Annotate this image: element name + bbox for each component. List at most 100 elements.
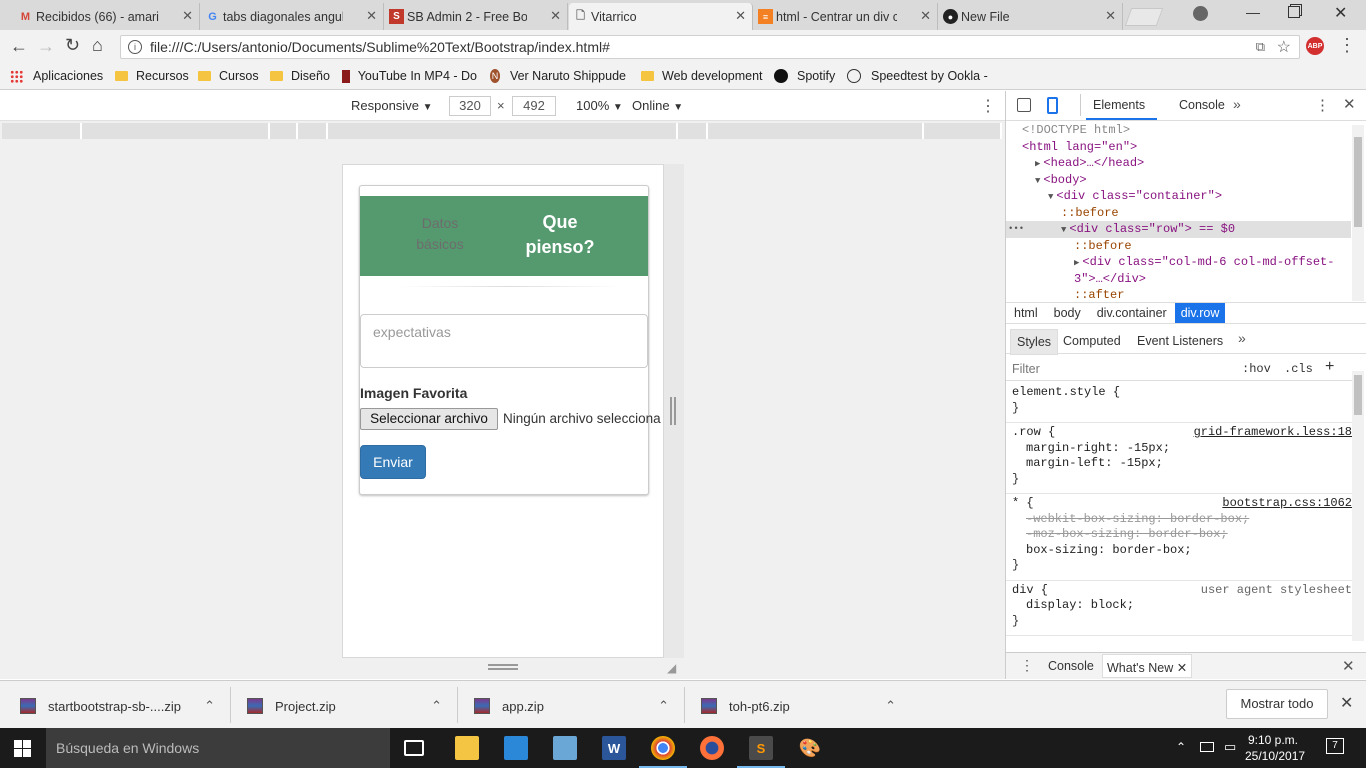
- tab-sb-admin[interactable]: S SB Admin 2 - Free Boot ✕: [385, 3, 568, 30]
- width-input[interactable]: 320: [449, 96, 491, 116]
- translate-icon[interactable]: ⧉: [1256, 39, 1265, 55]
- close-icon[interactable]: ✕: [1105, 8, 1116, 24]
- css-property[interactable]: -webkit-box-sizing: border-box;: [1012, 512, 1346, 528]
- show-all-button[interactable]: Mostrar todo: [1226, 689, 1328, 719]
- devtools-close-icon[interactable]: ✕: [1343, 95, 1356, 113]
- dom-node[interactable]: ••• ▼ <div class="row"> == $0: [1006, 221, 1351, 238]
- tab-styles[interactable]: Styles: [1010, 329, 1059, 355]
- inspect-element-icon[interactable]: [1017, 98, 1031, 112]
- address-bar[interactable]: i file:///C:/Users/antonio/Documents/Sub…: [120, 35, 1300, 59]
- bookmark-naruto[interactable]: N Ver Naruto Shippude: [490, 69, 626, 83]
- star-icon[interactable]: ☆: [1277, 37, 1291, 57]
- tab-que-pienso[interactable]: Que pienso?: [515, 210, 605, 260]
- css-property[interactable]: -moz-box-sizing: border-box;: [1012, 527, 1346, 543]
- dom-scrollbar[interactable]: [1352, 125, 1364, 301]
- more-tabs-icon[interactable]: »: [1238, 330, 1246, 346]
- menu-icon[interactable]: ⋮: [1338, 35, 1356, 56]
- clock[interactable]: 9:10 p.m. 25/10/2017: [1245, 732, 1305, 764]
- bookmark-diseno[interactable]: Diseño: [270, 69, 330, 83]
- battery-icon[interactable]: [1200, 742, 1214, 752]
- profile-icon[interactable]: [1193, 6, 1208, 21]
- chevron-up-icon[interactable]: ⌃: [1176, 740, 1186, 754]
- firefox-icon[interactable]: [700, 736, 724, 760]
- reload-icon[interactable]: ↻: [65, 35, 80, 56]
- height-input[interactable]: 492: [512, 96, 556, 116]
- url-text[interactable]: file:///C:/Users/antonio/Documents/Subli…: [150, 39, 610, 55]
- new-rule-icon[interactable]: +: [1325, 358, 1334, 376]
- file-explorer-icon[interactable]: [455, 736, 479, 760]
- home-icon[interactable]: ⌂: [92, 35, 103, 56]
- tab-vitarrico[interactable]: 🗋 Vitarrico ✕: [569, 3, 753, 30]
- forward-icon[interactable]: →: [37, 36, 55, 57]
- corner-resize-handle[interactable]: ◢: [667, 661, 676, 675]
- windows-start-icon[interactable]: [14, 740, 31, 757]
- bookmark-speedtest[interactable]: Speedtest by Ookla -: [847, 69, 988, 83]
- css-property[interactable]: display: block;: [1012, 598, 1346, 614]
- download-item[interactable]: startbootstrap-sb-....zip ⌃: [20, 695, 215, 717]
- css-property[interactable]: margin-right: -15px;: [1012, 441, 1346, 457]
- bookmark-cursos[interactable]: Cursos: [198, 69, 259, 83]
- scrollbar-thumb[interactable]: [1354, 375, 1362, 415]
- drawer-close-icon[interactable]: ✕: [1342, 657, 1355, 675]
- devtools-menu-icon[interactable]: ⋮: [1315, 96, 1330, 114]
- ruler-segment[interactable]: [924, 123, 1002, 139]
- close-icon[interactable]: ✕: [1177, 661, 1187, 675]
- tab-github[interactable]: ● New File ✕: [939, 3, 1123, 30]
- close-icon[interactable]: ✕: [182, 8, 193, 24]
- chevron-up-icon[interactable]: ⌃: [431, 698, 442, 714]
- app-icon[interactable]: [553, 736, 577, 760]
- tab-gmail[interactable]: M Recibidos (66) - amarin ✕: [14, 3, 200, 30]
- dom-node[interactable]: ▼ <div class="container">: [1006, 188, 1351, 205]
- node-actions-icon[interactable]: •••: [1008, 221, 1024, 238]
- ruler-segment[interactable]: [2, 123, 82, 139]
- search-placeholder[interactable]: Búsqueda en Windows: [56, 740, 199, 756]
- bookmark-apps[interactable]: Aplicaciones: [10, 69, 103, 83]
- back-icon[interactable]: ←: [10, 36, 28, 57]
- store-icon[interactable]: [504, 736, 528, 760]
- bookmark-youtube-mp4[interactable]: YouTube In MP4 - Do: [342, 69, 477, 83]
- dom-node[interactable]: <html lang="en">: [1006, 139, 1351, 156]
- rule-source-link[interactable]: grid-framework.less:18: [1194, 425, 1352, 441]
- tab-console[interactable]: Console: [1179, 98, 1225, 112]
- dom-node[interactable]: ▶ <div class="col-md-6 col-md-offset-: [1006, 254, 1351, 271]
- height-resize-handle[interactable]: [488, 664, 518, 670]
- dom-node[interactable]: 3">…</div>: [1006, 271, 1351, 288]
- dom-node[interactable]: ▶ <head>…</head>: [1006, 155, 1351, 172]
- device-toggle-icon[interactable]: [1047, 97, 1058, 114]
- drawer-menu-icon[interactable]: ⋮: [1020, 657, 1034, 674]
- network-icon[interactable]: ▭: [1224, 739, 1236, 755]
- paint-icon[interactable]: 🎨: [798, 736, 822, 760]
- ruler-segment[interactable]: [708, 123, 924, 139]
- collapse-arrow-icon[interactable]: ▼: [1048, 192, 1053, 202]
- minimize-icon[interactable]: —: [1246, 4, 1260, 20]
- throttle-select[interactable]: Online ▼: [632, 98, 683, 113]
- expectativas-textarea[interactable]: expectativas: [360, 314, 648, 368]
- tab-stackoverflow[interactable]: ≡ html - Centrar un div co ✕: [754, 3, 938, 30]
- css-property[interactable]: margin-left: -15px;: [1012, 456, 1346, 472]
- chevron-up-icon[interactable]: ⌃: [885, 698, 896, 714]
- chevron-up-icon[interactable]: ⌃: [204, 698, 215, 714]
- tab-google[interactable]: G tabs diagonales angula ✕: [201, 3, 384, 30]
- ruler-segment[interactable]: [678, 123, 708, 139]
- close-icon[interactable]: ✕: [920, 8, 931, 24]
- width-resize-handle[interactable]: [670, 397, 676, 425]
- chevron-up-icon[interactable]: ⌃: [658, 698, 669, 714]
- notifications-icon[interactable]: 7: [1326, 738, 1344, 754]
- info-icon[interactable]: i: [128, 40, 142, 54]
- task-view-icon[interactable]: [404, 740, 424, 756]
- download-item[interactable]: Project.zip ⌃: [247, 695, 442, 717]
- zoom-select[interactable]: 100% ▼: [576, 98, 623, 113]
- submit-button[interactable]: Enviar: [360, 445, 426, 479]
- tab-event-listeners[interactable]: Event Listeners: [1137, 334, 1223, 348]
- bookmark-spotify[interactable]: Spotify: [774, 69, 835, 83]
- tab-datos-basicos[interactable]: Datos básicos: [400, 213, 480, 255]
- bookmark-webdev[interactable]: Web development: [641, 69, 763, 83]
- scrollbar-thumb[interactable]: [1354, 137, 1362, 227]
- close-icon[interactable]: ✕: [735, 8, 746, 24]
- hov-toggle[interactable]: :hov: [1242, 362, 1271, 376]
- drawer-tab-console[interactable]: Console: [1048, 659, 1094, 673]
- drawer-tab-whats-new[interactable]: What's New ✕: [1102, 654, 1193, 678]
- dom-node[interactable]: ▼ <body>: [1006, 172, 1351, 189]
- downloads-close-icon[interactable]: ✕: [1340, 693, 1353, 713]
- styles-scrollbar[interactable]: [1352, 371, 1364, 641]
